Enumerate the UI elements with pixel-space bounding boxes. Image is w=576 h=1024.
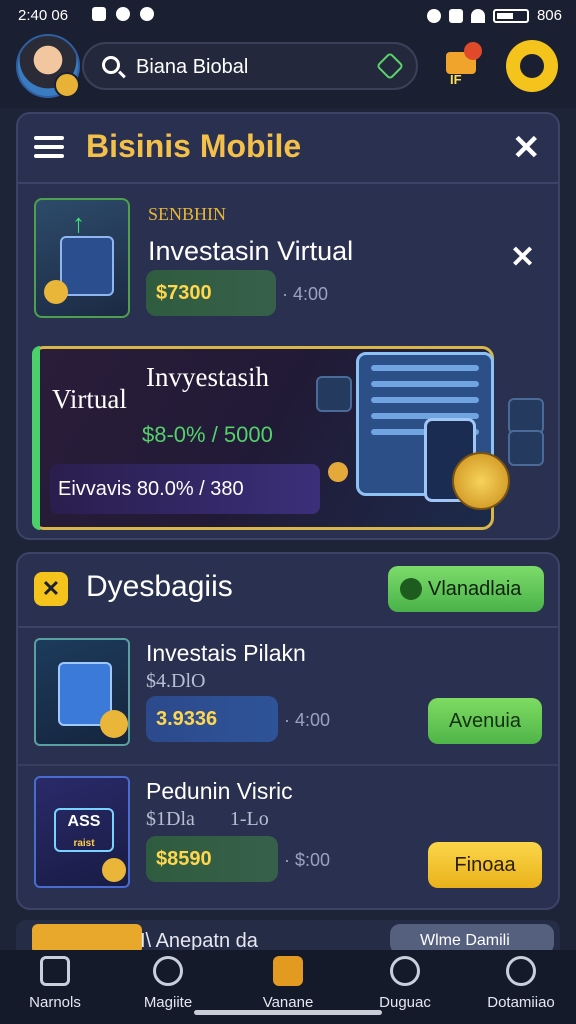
- list-item-amount: $8590: [146, 836, 278, 882]
- featured-thumbnail[interactable]: ↑: [34, 198, 130, 318]
- cart-text: IF: [450, 72, 462, 87]
- search-text: Biana Biobal: [136, 56, 249, 78]
- gear-icon: [520, 54, 544, 78]
- close-icon[interactable]: ✕: [512, 128, 541, 168]
- nav-item-games[interactable]: Magiite: [113, 956, 223, 1016]
- validate-button-label: Vlanadlaia: [428, 578, 522, 600]
- cart-badge: [464, 42, 482, 60]
- thumbnail-badge: ASS raist: [54, 808, 114, 852]
- home-icon: [40, 956, 70, 986]
- status-right-text: 806: [536, 7, 562, 24]
- nav-label: Duguac: [379, 994, 431, 1011]
- list-item-subtitle: $1Dla 1-Lo: [146, 808, 269, 830]
- user-search-icon: [390, 956, 420, 986]
- sync-icon: [116, 7, 130, 21]
- signal-icon: [448, 8, 463, 23]
- info-icon: [140, 7, 154, 21]
- share-icon[interactable]: [375, 51, 405, 81]
- analytics-icon: [508, 398, 544, 434]
- dismiss-featured-icon[interactable]: ✕: [510, 240, 535, 275]
- nav-item-search-users[interactable]: Duguac: [350, 956, 460, 1016]
- avatar-badge-icon: [54, 72, 80, 98]
- featured-title[interactable]: Investasin Virtual: [148, 236, 353, 267]
- peek-title: I\ Anepatn da: [140, 930, 258, 950]
- status-time: 2:40 06: [18, 7, 69, 24]
- list-item-thumbnail[interactable]: [34, 638, 130, 746]
- wifi-icon: [470, 8, 485, 23]
- nav-label: Dotamiiao: [487, 994, 555, 1011]
- coin-icon: [100, 710, 128, 738]
- list-item-meta: · $:00: [284, 850, 331, 870]
- menu-icon[interactable]: [34, 136, 64, 158]
- briefcase-icon: [273, 956, 303, 986]
- banner-title-line1: Invyestasih: [146, 362, 269, 392]
- alarm-icon: [426, 8, 441, 23]
- thumbnail-badge-subtitle: raist: [73, 838, 95, 849]
- status-system-icons: 806: [426, 7, 562, 24]
- nav-item-business[interactable]: Vanane: [233, 956, 343, 1016]
- list-item-title[interactable]: Investais Pilakn: [146, 640, 306, 667]
- settings-button[interactable]: [506, 40, 558, 92]
- home-indicator: [194, 1010, 382, 1015]
- banner-title-line2: Virtual: [52, 384, 127, 414]
- profile-icon: [506, 956, 536, 986]
- list-item-action-button[interactable]: Finoaa: [428, 842, 542, 888]
- next-card-peek[interactable]: I\ Anepatn da Wlme Damili: [16, 920, 560, 950]
- search-bar[interactable]: Biana Biobal: [82, 42, 418, 90]
- list-item-action-button[interactable]: Avenuia: [428, 698, 542, 744]
- divider: [18, 626, 558, 628]
- featured-meta: · 4:00: [282, 284, 329, 304]
- settings-icon: [508, 430, 544, 466]
- featured-amount: $7300: [146, 270, 276, 316]
- gamepad-icon: [153, 956, 183, 986]
- nav-label: Vanane: [262, 994, 314, 1011]
- nav-item-profile[interactable]: Dotamiiao: [466, 956, 576, 1016]
- check-icon: [400, 578, 422, 600]
- nav-label: Magiite: [143, 994, 193, 1011]
- status-notification-icons: [92, 7, 154, 21]
- featured-subtitle: SENBHIN: [148, 204, 227, 224]
- peek-thumbnail: [32, 924, 142, 950]
- divider: [18, 764, 558, 766]
- list-item-amount: 3.9336: [146, 696, 278, 742]
- nav-label: Narnols: [29, 994, 81, 1011]
- list-item-thumbnail[interactable]: ASS raist: [34, 776, 130, 888]
- cart-button[interactable]: IF: [442, 42, 486, 87]
- search-icon: [102, 56, 120, 74]
- notification-icon: [92, 7, 106, 21]
- list-item-meta: · 4:00: [284, 710, 331, 730]
- thumbnail-badge-title: ASS: [67, 813, 101, 830]
- validate-button[interactable]: Vlanadlaia: [388, 566, 544, 612]
- peek-button[interactable]: Wlme Damili: [390, 924, 554, 950]
- chart-icon: [316, 376, 352, 412]
- coin-icon: [44, 280, 68, 304]
- coin-icon: [328, 462, 348, 482]
- banner-footer-text: Eivvavis 80.0% / 380: [58, 478, 244, 500]
- phone-icon: [60, 236, 114, 296]
- list-item-title[interactable]: Pedunin Visric: [146, 778, 293, 805]
- battery-icon: [492, 8, 529, 23]
- list-item-subtitle: $4.DlO: [146, 670, 206, 692]
- nav-item-home[interactable]: Narnols: [0, 956, 110, 1016]
- banner-amount: $8-0% / 5000: [142, 422, 273, 447]
- coin-icon: [452, 452, 510, 510]
- card-title: Bisinis Mobile: [86, 128, 302, 164]
- status-bar: 2:40 06 806: [0, 0, 576, 30]
- arrow-up-icon: ↑: [72, 208, 85, 238]
- divider: [18, 182, 558, 184]
- list-title: Dyesbagiis: [86, 570, 233, 603]
- coin-icon: [102, 858, 126, 882]
- tools-icon: ✕: [34, 572, 68, 606]
- banner-accent: [32, 346, 40, 530]
